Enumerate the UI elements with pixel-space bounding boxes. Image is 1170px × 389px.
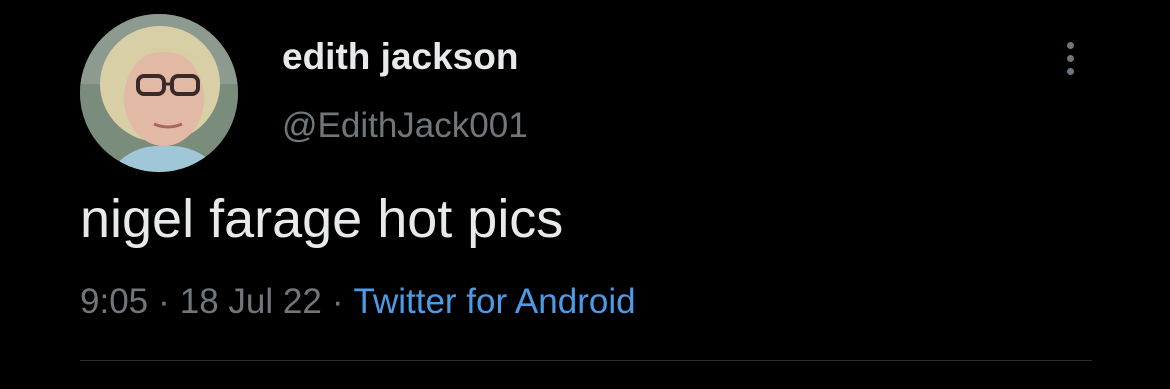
tweet-time[interactable]: 9:05 (80, 282, 148, 321)
more-vertical-icon[interactable] (1050, 30, 1090, 86)
avatar-image (80, 14, 238, 172)
display-name[interactable]: edith jackson (282, 33, 518, 81)
tweet-text: nigel farage hot pics (80, 189, 564, 249)
tweet-metadata: 9:05 · 18 Jul 22 · Twitter for Android (80, 278, 636, 326)
more-dot (1066, 67, 1074, 75)
tweet-date[interactable]: 18 Jul 22 (180, 282, 322, 321)
avatar[interactable] (80, 14, 238, 172)
tweet: edith jackson @EdithJack001 nigel farage… (0, 0, 1170, 389)
tweet-source-link[interactable]: Twitter for Android (354, 282, 636, 321)
meta-separator: · (331, 282, 344, 321)
divider (80, 360, 1092, 361)
user-handle[interactable]: @EdithJack001 (282, 102, 528, 150)
more-dot (1066, 54, 1074, 62)
meta-separator: · (158, 282, 170, 321)
more-dot (1066, 41, 1074, 49)
